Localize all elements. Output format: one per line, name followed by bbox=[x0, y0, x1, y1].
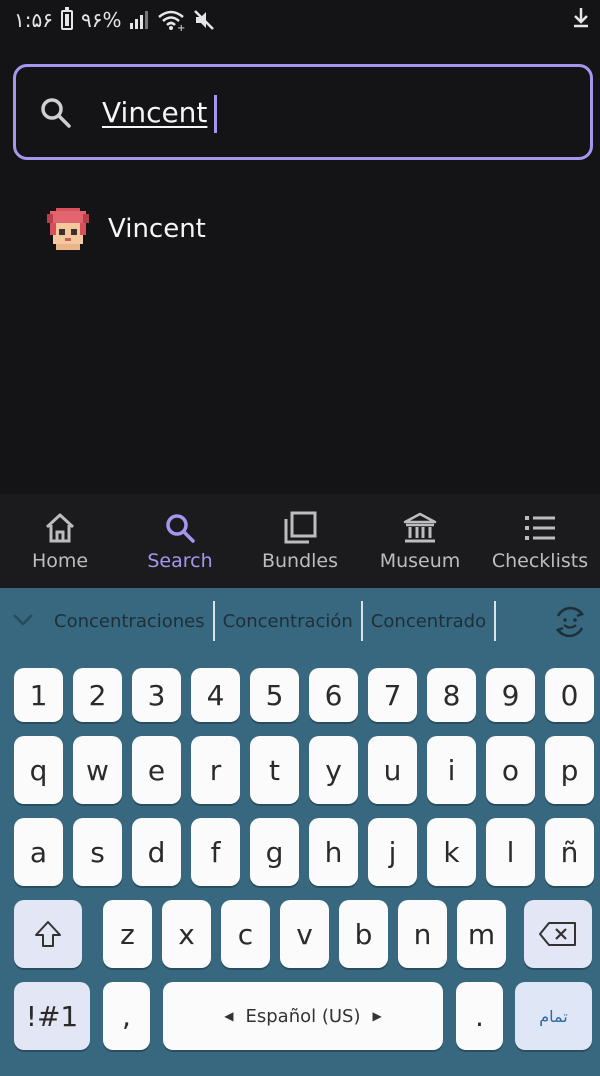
key-w[interactable]: w bbox=[73, 736, 122, 804]
key-0[interactable]: 0 bbox=[545, 668, 594, 722]
nav-museum[interactable]: Museum bbox=[360, 494, 480, 588]
svg-text:+: + bbox=[177, 23, 185, 31]
key-y[interactable]: y bbox=[309, 736, 358, 804]
key-4[interactable]: 4 bbox=[191, 668, 240, 722]
download-icon bbox=[574, 8, 588, 28]
result-item[interactable]: Vincent bbox=[44, 200, 564, 258]
key-ñ[interactable]: ñ bbox=[545, 818, 594, 886]
museum-icon bbox=[403, 512, 437, 543]
home-icon bbox=[45, 513, 75, 543]
key-1[interactable]: 1 bbox=[14, 668, 63, 722]
nav-search[interactable]: Search bbox=[120, 494, 240, 588]
key-a[interactable]: a bbox=[14, 818, 63, 886]
suggestion-bar: Concentraciones Concentración Concentrad… bbox=[0, 588, 600, 654]
emoji-refresh-icon[interactable] bbox=[550, 602, 590, 642]
key-h[interactable]: h bbox=[309, 818, 358, 886]
symbols-key[interactable]: !#1 bbox=[14, 982, 90, 1050]
key-f[interactable]: f bbox=[191, 818, 240, 886]
key-q[interactable]: q bbox=[14, 736, 63, 804]
nav-bundles-label: Bundles bbox=[261, 550, 339, 572]
battery-percent: ۹۶% bbox=[80, 8, 122, 32]
checklist-icon bbox=[525, 516, 555, 540]
suggestion-3[interactable]: Concentrado bbox=[363, 611, 494, 632]
search-icon bbox=[166, 514, 195, 543]
key-2[interactable]: 2 bbox=[73, 668, 122, 722]
nav-checklists[interactable]: Checklists bbox=[480, 494, 600, 588]
space-key[interactable]: ◀ Español (US) ▶ bbox=[163, 982, 443, 1050]
key-5[interactable]: 5 bbox=[250, 668, 299, 722]
status-bar: ۱:۵۶ ۹۶% + bbox=[0, 0, 600, 42]
key-u[interactable]: u bbox=[368, 736, 417, 804]
backspace-icon bbox=[539, 922, 576, 946]
key-9[interactable]: 9 bbox=[486, 668, 535, 722]
nav-search-label: Search bbox=[147, 550, 213, 572]
key-6[interactable]: 6 bbox=[309, 668, 358, 722]
key-e[interactable]: e bbox=[132, 736, 181, 804]
arrow-right-icon: ▶ bbox=[372, 1009, 382, 1023]
period-key[interactable]: . bbox=[456, 982, 503, 1050]
nav-home[interactable]: Home bbox=[0, 494, 120, 588]
key-7[interactable]: 7 bbox=[368, 668, 417, 722]
result-label: Vincent bbox=[108, 214, 206, 244]
key-p[interactable]: p bbox=[545, 736, 594, 804]
suggestion-1[interactable]: Concentraciones bbox=[46, 611, 213, 632]
key-8[interactable]: 8 bbox=[427, 668, 476, 722]
key-i[interactable]: i bbox=[427, 736, 476, 804]
nav-bundles[interactable]: Bundles bbox=[240, 494, 360, 588]
backspace-key[interactable] bbox=[524, 900, 592, 968]
key-o[interactable]: o bbox=[486, 736, 535, 804]
search-field[interactable]: Vincent bbox=[13, 64, 593, 160]
divider bbox=[494, 601, 497, 641]
battery-icon bbox=[60, 7, 73, 30]
search-input[interactable]: Vincent bbox=[102, 87, 207, 139]
done-key[interactable]: تمام bbox=[515, 982, 592, 1050]
key-g[interactable]: g bbox=[250, 818, 299, 886]
key-j[interactable]: j bbox=[368, 818, 417, 886]
wifi-icon: + bbox=[158, 10, 185, 31]
key-b[interactable]: b bbox=[339, 900, 388, 968]
text-cursor bbox=[214, 95, 217, 133]
key-v[interactable]: v bbox=[280, 900, 329, 968]
search-icon bbox=[41, 98, 71, 128]
key-n[interactable]: n bbox=[398, 900, 447, 968]
key-t[interactable]: t bbox=[250, 736, 299, 804]
on-screen-keyboard: Concentraciones Concentración Concentrad… bbox=[0, 588, 600, 1076]
key-3[interactable]: 3 bbox=[132, 668, 181, 722]
key-s[interactable]: s bbox=[73, 818, 122, 886]
mute-icon bbox=[194, 10, 215, 30]
key-x[interactable]: x bbox=[162, 900, 211, 968]
villager-portrait-icon bbox=[47, 208, 89, 250]
status-time: ۱:۵۶ bbox=[14, 8, 53, 32]
key-l[interactable]: l bbox=[486, 818, 535, 886]
key-m[interactable]: m bbox=[457, 900, 506, 968]
key-r[interactable]: r bbox=[191, 736, 240, 804]
comma-key[interactable]: , bbox=[103, 982, 150, 1050]
shift-icon bbox=[35, 921, 61, 947]
nav-checklists-label: Checklists bbox=[491, 550, 589, 572]
nav-museum-label: Museum bbox=[379, 550, 461, 572]
signal-icon bbox=[130, 11, 149, 29]
nav-home-label: Home bbox=[31, 550, 89, 572]
suggestion-2[interactable]: Concentración bbox=[215, 611, 361, 632]
shift-key[interactable] bbox=[14, 900, 82, 968]
chevron-down-icon[interactable] bbox=[0, 611, 46, 632]
bundles-icon bbox=[284, 511, 317, 544]
key-k[interactable]: k bbox=[427, 818, 476, 886]
key-d[interactable]: d bbox=[132, 818, 181, 886]
bottom-navigation: Home Search Bundles Museum Checklists bbox=[0, 494, 600, 588]
space-label: Español (US) bbox=[245, 1005, 361, 1027]
arrow-left-icon: ◀ bbox=[224, 1009, 234, 1023]
key-z[interactable]: z bbox=[103, 900, 152, 968]
key-c[interactable]: c bbox=[221, 900, 270, 968]
